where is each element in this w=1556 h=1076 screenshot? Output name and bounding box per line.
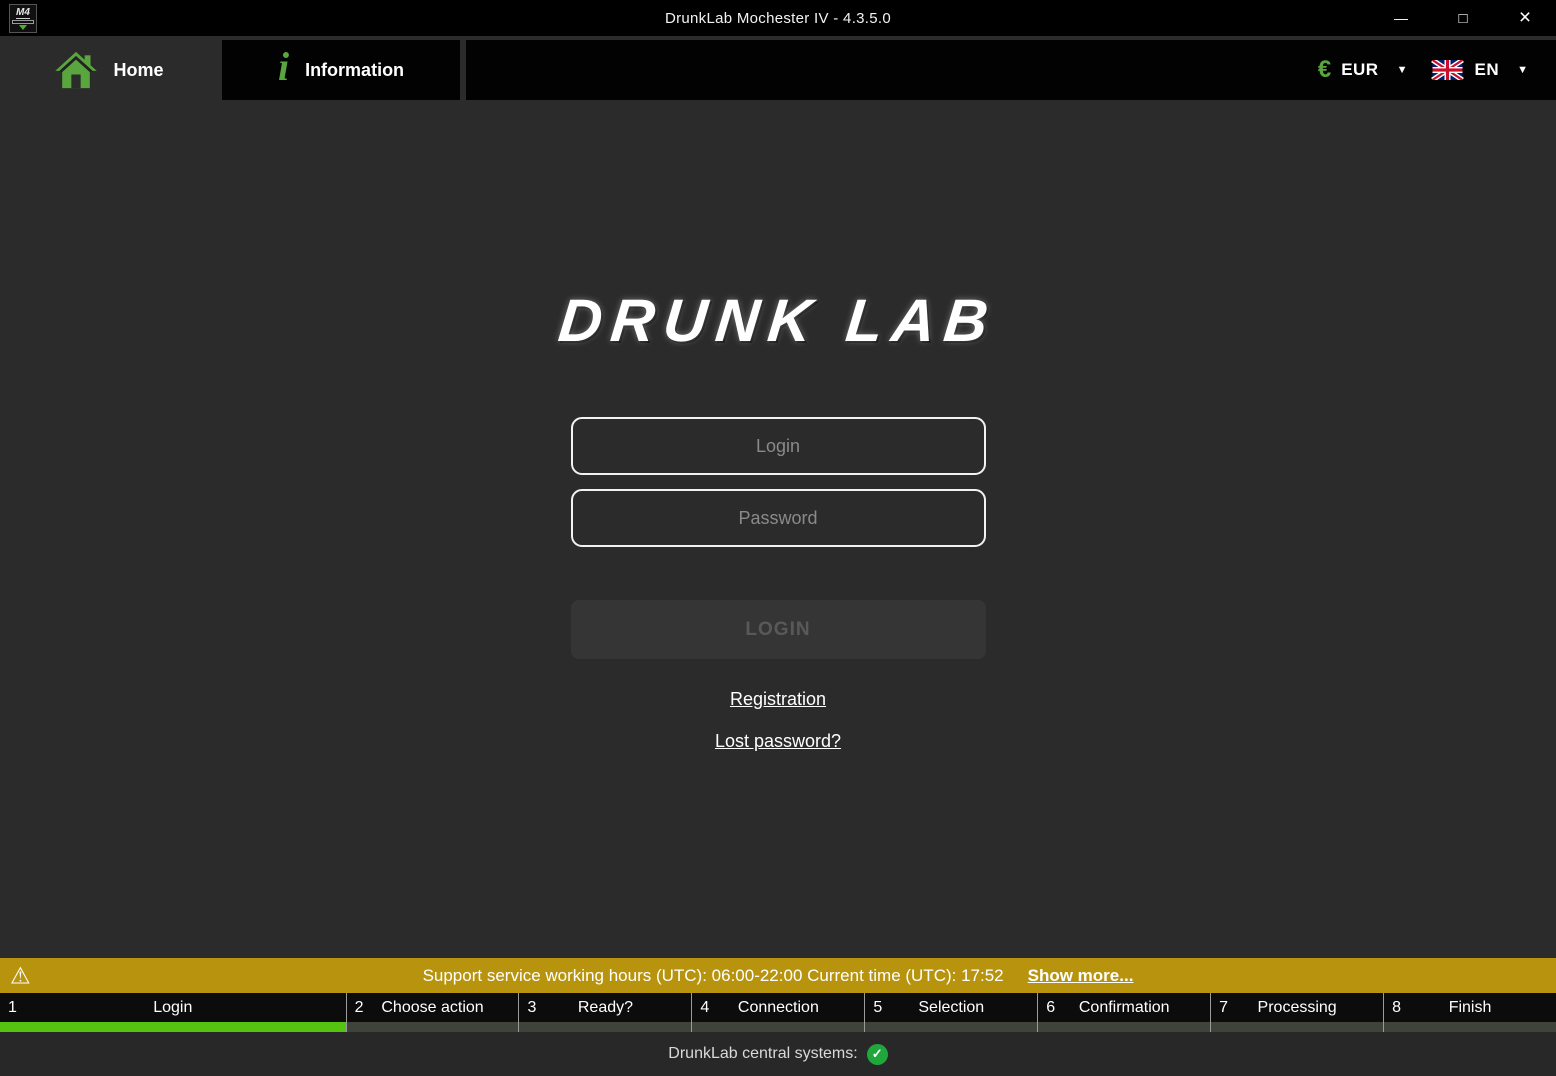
steps-bar: 1 Login 2 Choose action 3 Ready? 4 Connection 5 S… xyxy=(0,993,1556,1032)
euro-icon: € xyxy=(1318,56,1331,84)
drunklab-logo: DRUNK LAB xyxy=(556,286,1001,355)
tab-home[interactable]: Home xyxy=(0,40,219,100)
close-button[interactable]: × xyxy=(1494,0,1556,36)
step-finish: 8 Finish xyxy=(1384,993,1556,1032)
step-number: 7 xyxy=(1219,999,1228,1017)
step-progress-bar xyxy=(0,1022,346,1032)
step-label: Connection xyxy=(738,999,819,1017)
support-hours-text: Support service working hours (UTC): 06:… xyxy=(423,966,1004,986)
step-progress-bar xyxy=(1211,1022,1383,1032)
support-banner: ⚠ Support service working hours (UTC): 0… xyxy=(0,958,1556,993)
registration-link[interactable]: Registration xyxy=(730,689,826,710)
maximize-button[interactable]: □ xyxy=(1432,0,1494,36)
step-number: 4 xyxy=(700,999,709,1017)
minimize-button[interactable]: — xyxy=(1370,0,1432,36)
step-choose-action: 2 Choose action xyxy=(347,993,520,1032)
step-connection: 4 Connection xyxy=(692,993,865,1032)
tab-home-label: Home xyxy=(113,60,163,81)
lost-password-link[interactable]: Lost password? xyxy=(715,731,841,752)
step-login: 1 Login xyxy=(0,993,347,1032)
information-icon: i xyxy=(278,47,289,87)
step-label: Ready? xyxy=(578,999,633,1017)
title-bar: M4 DrunkLab Mochester IV - 4.3.5.0 — □ × xyxy=(0,0,1556,36)
chevron-down-icon: ▼ xyxy=(1397,64,1408,76)
step-label: Finish xyxy=(1449,999,1492,1017)
chevron-down-icon: ▼ xyxy=(1517,64,1528,76)
step-confirmation: 6 Confirmation xyxy=(1038,993,1211,1032)
warning-icon: ⚠ xyxy=(10,964,31,987)
tab-information-label: Information xyxy=(305,60,404,81)
step-progress-bar xyxy=(347,1022,519,1032)
window-title: DrunkLab Mochester IV - 4.3.5.0 xyxy=(0,10,1556,27)
step-label: Selection xyxy=(918,999,984,1017)
status-ok-icon: ✓ xyxy=(867,1044,888,1065)
nav-right-strip: € EUR ▼ EN ▼ xyxy=(466,40,1556,100)
step-number: 1 xyxy=(8,999,17,1017)
window-controls: — □ × xyxy=(1370,0,1556,36)
step-label: Confirmation xyxy=(1079,999,1170,1017)
step-progress-bar xyxy=(865,1022,1037,1032)
main-content: DRUNK LAB LOGIN Registration Lost passwo… xyxy=(0,100,1556,958)
step-number: 6 xyxy=(1046,999,1055,1017)
login-input[interactable] xyxy=(571,417,986,475)
central-systems-label: DrunkLab central systems: xyxy=(668,1045,857,1063)
uk-flag-icon xyxy=(1431,60,1464,80)
step-progress-bar xyxy=(1038,1022,1210,1032)
step-number: 5 xyxy=(873,999,882,1017)
step-processing: 7 Processing xyxy=(1211,993,1384,1032)
login-form: LOGIN Registration Lost password? xyxy=(571,417,986,752)
tab-information[interactable]: i Information xyxy=(222,40,460,100)
currency-selector[interactable]: € EUR ▼ xyxy=(1318,56,1418,84)
show-more-link[interactable]: Show more... xyxy=(1028,966,1134,986)
step-progress-bar xyxy=(1384,1022,1556,1032)
step-label: Processing xyxy=(1258,999,1337,1017)
step-number: 3 xyxy=(527,999,536,1017)
step-selection: 5 Selection xyxy=(865,993,1038,1032)
step-progress-bar xyxy=(519,1022,691,1032)
language-code: EN xyxy=(1474,60,1499,80)
step-label: Login xyxy=(153,999,192,1017)
step-progress-bar xyxy=(692,1022,864,1032)
currency-code: EUR xyxy=(1341,60,1378,80)
language-selector[interactable]: EN ▼ xyxy=(1431,60,1538,80)
footer-status-bar: DrunkLab central systems: ✓ xyxy=(0,1032,1556,1076)
step-ready-: 3 Ready? xyxy=(519,993,692,1032)
step-label: Choose action xyxy=(381,999,483,1017)
home-icon xyxy=(55,51,97,89)
step-number: 8 xyxy=(1392,999,1401,1017)
password-input[interactable] xyxy=(571,489,986,547)
nav-bar: Home i Information € EUR ▼ EN xyxy=(0,36,1556,100)
step-number: 2 xyxy=(355,999,364,1017)
login-button[interactable]: LOGIN xyxy=(571,600,986,659)
